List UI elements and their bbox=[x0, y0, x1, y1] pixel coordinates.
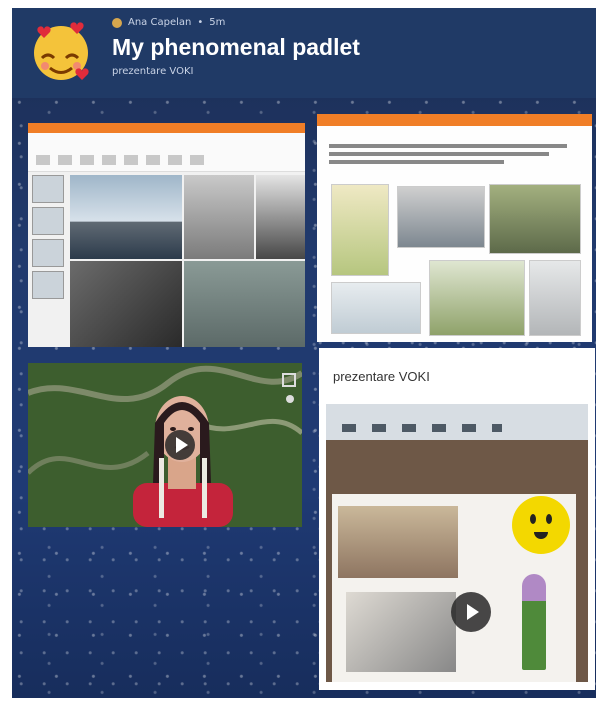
toolbar-button bbox=[102, 155, 116, 165]
slide-thumbnail bbox=[32, 271, 64, 299]
toolbar-button bbox=[168, 155, 182, 165]
slide-thumbnail bbox=[32, 239, 64, 267]
separator-dot: • bbox=[197, 17, 204, 28]
slide-thumbnail bbox=[32, 207, 64, 235]
library-photo bbox=[338, 506, 458, 578]
photo-people bbox=[70, 261, 182, 347]
post-meta: Ana Capelan • 5m bbox=[112, 17, 225, 28]
post-video-avatar[interactable] bbox=[28, 363, 302, 527]
post-time: 5m bbox=[209, 17, 226, 28]
toolbar-button bbox=[36, 155, 50, 165]
plant-illustration bbox=[429, 260, 525, 336]
author-name[interactable]: Ana Capelan bbox=[128, 17, 191, 28]
padlet-board: Ana Capelan • 5m My phenomenal padlet pr… bbox=[12, 8, 596, 698]
post-video-voki[interactable]: prezentare VOKI bbox=[319, 348, 595, 690]
smiling-hearts-emoji-icon bbox=[34, 22, 89, 80]
toolbar-button bbox=[80, 155, 94, 165]
post-image-botanical-slide[interactable] bbox=[317, 114, 592, 342]
share-icon[interactable] bbox=[286, 395, 294, 403]
browser-bar bbox=[326, 404, 588, 440]
portrait-sketch bbox=[346, 592, 456, 672]
botanical-illustration bbox=[331, 184, 389, 276]
photo-man-mountains bbox=[70, 175, 182, 259]
browser-toolbar-icons bbox=[342, 424, 502, 432]
photo-portrait bbox=[256, 175, 305, 259]
video-frame bbox=[326, 404, 588, 682]
library-photo bbox=[489, 184, 581, 254]
toolbar-button bbox=[124, 155, 138, 165]
toolbar-button bbox=[190, 155, 204, 165]
toolbar-button bbox=[146, 155, 160, 165]
play-icon[interactable] bbox=[165, 430, 195, 460]
photo-sled-expedition bbox=[184, 261, 305, 347]
sketch-photo bbox=[331, 282, 421, 334]
smiley-icon bbox=[512, 496, 570, 554]
post-image-slide-collage[interactable] bbox=[28, 123, 305, 347]
board-title: My phenomenal padlet bbox=[112, 34, 360, 60]
play-icon[interactable] bbox=[451, 592, 491, 632]
slide-orange-bar bbox=[317, 114, 592, 126]
board-subtitle: prezentare VOKI bbox=[112, 66, 194, 77]
archive-photo bbox=[397, 186, 485, 248]
post-title: prezentare VOKI bbox=[333, 369, 430, 384]
iris-flower-illustration bbox=[522, 574, 546, 670]
toolbar-button bbox=[58, 155, 72, 165]
flower-vase-illustration bbox=[529, 260, 581, 336]
slide-thumbnail bbox=[32, 175, 64, 203]
author-avatar-icon bbox=[112, 17, 122, 28]
editor-toolbar bbox=[28, 133, 305, 172]
photo-ship bbox=[184, 175, 254, 259]
slide-orange-bar bbox=[28, 123, 305, 133]
fullscreen-icon[interactable] bbox=[282, 373, 296, 387]
board-header: Ana Capelan • 5m My phenomenal padlet pr… bbox=[12, 8, 596, 98]
slide-text-block bbox=[329, 144, 579, 170]
